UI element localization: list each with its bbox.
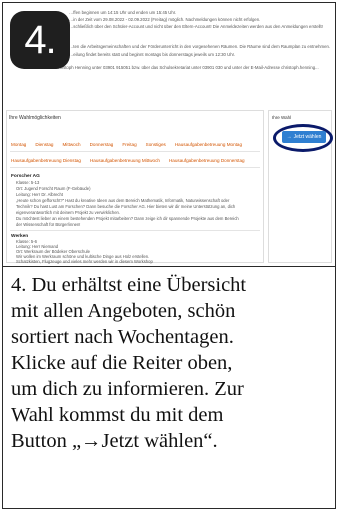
caption-line: mit allen Angeboten, schön — [11, 300, 236, 322]
offer-detail: eigenverantwortlich mit deinem Projekt z… — [16, 210, 121, 215]
caption-line: um dich zu informieren. Zur — [11, 378, 244, 400]
step-number-badge: 4. — [10, 11, 70, 69]
offer-detail: Technik? Du hast Lust am Forschen? Dann … — [16, 204, 236, 209]
instruction-caption: 4. Du erhältst eine Übersicht mit allen … — [11, 272, 329, 454]
offer-detail: der Wissenschaft für Bürger/innen! — [16, 222, 81, 227]
homework-tabs: Hausaufgabenbetreuung Dienstag Hausaufga… — [11, 158, 245, 163]
offer-divider — [10, 230, 260, 231]
notice-line: …ffen beginnen um 14:15 Uhr und enden um… — [69, 10, 177, 15]
choose-now-button[interactable]: → Jetzt wählen — [282, 131, 326, 143]
selection-label: Ihre Wahl — [272, 115, 292, 120]
notice-line: …chen Sie Christoph Henning unter 03901 … — [33, 65, 319, 70]
tab-divider — [10, 167, 260, 168]
tab-freitag[interactable]: Freitag — [122, 142, 136, 147]
tab-dienstag[interactable]: Dienstag — [35, 142, 53, 147]
offer-detail: Schatzkisten, Flugzeuge und vieles mehr … — [16, 259, 153, 264]
step-number: 4. — [24, 17, 56, 62]
notice-line: …eilung findet bereits statt und beginnt… — [69, 52, 236, 57]
caption-line: sortiert nach Wochentagen. — [11, 326, 234, 348]
notice-line: …ten die Arbeitsgemeinschaften und der F… — [69, 44, 331, 49]
offer-detail: Du möchtest lieber an einem bestehenden … — [16, 216, 239, 221]
tab-mittwoch[interactable]: Mittwoch — [62, 142, 80, 147]
tab-hausaufgaben-mittwoch[interactable]: Hausaufgabenbetreuung Mittwoch — [90, 158, 160, 163]
tab-donnerstag[interactable]: Donnerstag — [90, 142, 114, 147]
tab-hausaufgaben-montag[interactable]: Hausaufgabenbetreuung Montag — [175, 142, 242, 147]
weekday-tabs: Montag Dienstag Mittwoch Donnerstag Frei… — [11, 142, 242, 147]
offer-detail: Leitung: Herr Dr. Albrecht — [16, 192, 64, 197]
caption-line: Button „→Jetzt wählen“. — [11, 430, 218, 452]
panel-title: Ihre Wahlmöglichkeiten — [9, 115, 61, 121]
tab-hausaufgaben-donnerstag[interactable]: Hausaufgabenbetreuung Donnerstag — [169, 158, 245, 163]
caption-line: 4. Du erhältst eine Übersicht — [11, 274, 247, 296]
notice-line: …in der Zeit vom 29.08.2022 - 02.09.2022… — [69, 17, 261, 22]
caption-line: Wahl kommst du mit dem — [11, 404, 224, 426]
notice-line: …schließlich über den Schüler-Account un… — [69, 24, 323, 29]
offer-detail: „Heute schon gefforscht?“ Hast du kreati… — [16, 198, 230, 203]
tab-divider — [10, 151, 260, 152]
caption-line: Klicke auf die Reiter oben, — [11, 352, 233, 374]
arrow-right-icon: → — [286, 134, 292, 140]
offer-detail: Klasse: 5-13 — [16, 180, 40, 185]
divider — [3, 266, 335, 267]
choose-now-label: Jetzt wählen — [293, 134, 322, 140]
tab-sonstiges[interactable]: Sonstiges — [146, 142, 166, 147]
offer-title: Forscher AG — [11, 174, 40, 179]
tab-hausaufgaben-dienstag[interactable]: Hausaufgabenbetreuung Dienstag — [11, 158, 81, 163]
offer-detail: Ort: Jugend Forscht Raum (F-Gebäude) — [16, 186, 91, 191]
tab-montag[interactable]: Montag — [11, 142, 26, 147]
